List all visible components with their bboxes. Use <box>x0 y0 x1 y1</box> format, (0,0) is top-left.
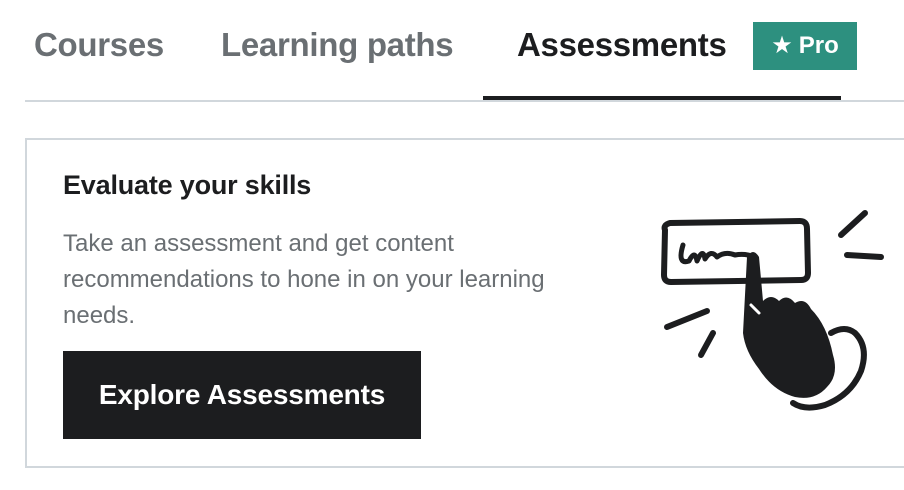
card-description: Take an assessment and get content recom… <box>63 230 545 329</box>
card-title: Evaluate your skills <box>63 170 312 200</box>
explore-assessments-button[interactable]: Explore Assessments <box>63 351 421 439</box>
active-tab-indicator <box>483 96 841 100</box>
pro-badge: ★ Pro <box>753 22 857 70</box>
star-icon: ★ <box>771 32 793 59</box>
tab-assessments[interactable]: Assessments <box>517 22 727 68</box>
tab-bar: Courses Learning paths Assessments ★ Pro <box>25 0 904 102</box>
tab-learning-paths[interactable]: Learning paths <box>221 22 454 68</box>
pro-badge-label: Pro <box>798 32 839 59</box>
hand-clicking-button-icon <box>661 210 884 411</box>
tab-courses[interactable]: Courses <box>34 22 164 68</box>
